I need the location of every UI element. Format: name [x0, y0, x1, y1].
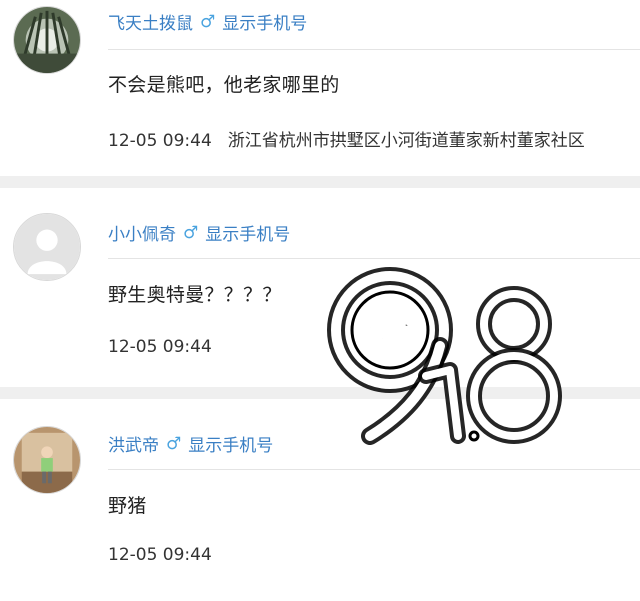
comment-header: 小小佩奇 ♂ 显示手机号 — [108, 220, 290, 246]
comment-meta: 12-05 09:44 浙江省杭州市拱墅区小河街道董家新村董家社区 — [108, 126, 585, 151]
male-icon: ♂ — [166, 433, 182, 454]
male-icon: ♂ — [183, 222, 199, 243]
male-icon: ♂ — [200, 11, 216, 32]
show-phone-link[interactable]: 显示手机号 — [188, 431, 273, 456]
timestamp: 12-05 09:44 — [108, 337, 212, 357]
show-phone-link[interactable]: 显示手机号 — [222, 9, 307, 34]
divider — [108, 469, 640, 470]
comment-header: 洪武帝 ♂ 显示手机号 — [108, 431, 273, 457]
comment-header: 飞天土拨鼠 ♂ 显示手机号 — [108, 9, 307, 35]
username[interactable]: 飞天土拨鼠 — [108, 9, 193, 34]
avatar[interactable] — [13, 426, 81, 494]
avatar[interactable] — [13, 213, 81, 281]
username[interactable]: 洪武帝 — [108, 431, 159, 456]
default-user-icon — [14, 214, 80, 280]
watermark-label: 交通 — [366, 317, 414, 345]
avatar[interactable] — [13, 6, 81, 74]
timestamp: 12-05 09:44 — [108, 131, 212, 151]
comment-item: 飞天土拨鼠 ♂ 显示手机号 不会是熊吧，他老家哪里的 12-05 09:44 浙江… — [0, 0, 640, 176]
separator — [0, 176, 640, 188]
forest-avatar-image — [14, 7, 80, 73]
timestamp: 12-05 09:44 — [108, 545, 212, 565]
divider — [108, 49, 640, 50]
comment-text: 野生奥特曼？？？？ — [108, 284, 282, 306]
child-photo-avatar-image — [14, 427, 80, 493]
radio-logo-watermark: 交通 — [327, 267, 562, 445]
comment-text: 不会是熊吧，他老家哪里的 — [108, 74, 340, 96]
location: 浙江省杭州市拱墅区小河街道董家新村董家社区 — [227, 131, 585, 151]
show-phone-link[interactable]: 显示手机号 — [205, 220, 290, 245]
comment-meta: 12-05 09:44 — [108, 545, 212, 565]
comment-meta: 12-05 09:44 — [108, 337, 212, 357]
comment-text: 野猪 — [108, 495, 147, 517]
username[interactable]: 小小佩奇 — [108, 220, 176, 245]
